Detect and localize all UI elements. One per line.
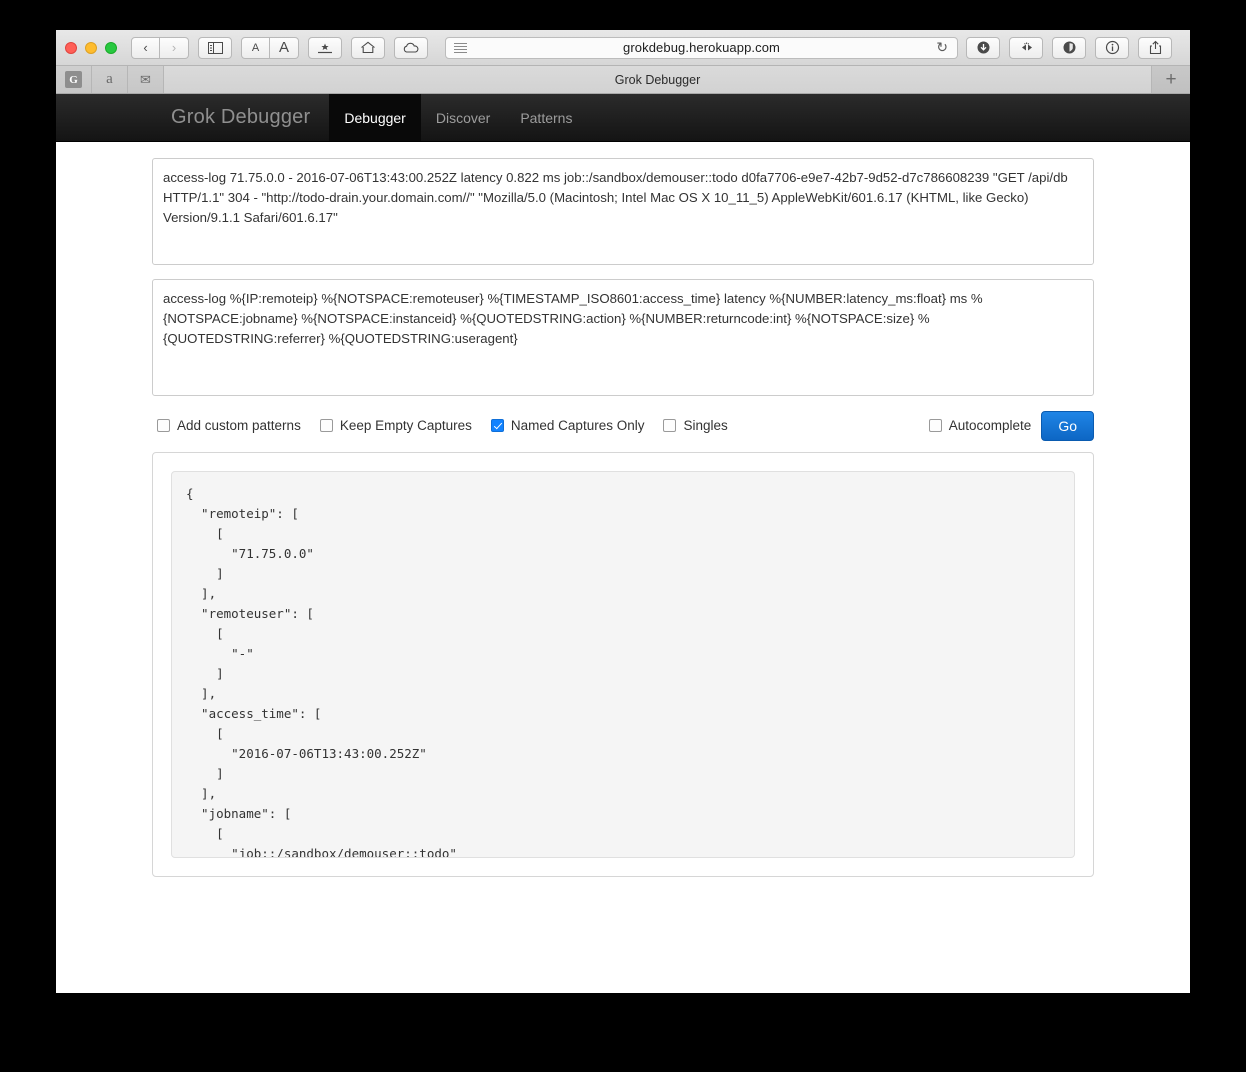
maximize-window-button[interactable] <box>105 41 117 54</box>
option-named-captures-only[interactable]: Named Captures Only <box>490 418 645 433</box>
go-button[interactable]: Go <box>1041 410 1094 441</box>
keep-empty-captures-checkbox[interactable] <box>319 419 333 432</box>
google-favicon-icon: G <box>65 71 82 88</box>
autocomplete-checkbox[interactable] <box>928 419 942 432</box>
increase-text-size-icon[interactable]: A <box>270 36 299 59</box>
result-panel: { "remoteip": [ [ "71.75.0.0" ] ], "remo… <box>152 452 1094 877</box>
add-custom-patterns-label: Add custom patterns <box>177 418 301 433</box>
reader-view-icon[interactable] <box>454 42 467 53</box>
downloads-icon[interactable] <box>966 36 1000 59</box>
download-arrow-glyph <box>977 41 989 54</box>
add-custom-patterns-checkbox[interactable] <box>157 419 170 432</box>
sidebar-icon[interactable] <box>198 36 232 59</box>
nav-item-patterns-label: Patterns <box>520 109 573 126</box>
browser-window: ‹ › A A grokdebug.herokuapp.com ↻ G a ✉ … <box>56 30 1190 993</box>
option-add-custom-patterns[interactable]: Add custom patterns <box>157 418 301 433</box>
icloud-tabs-icon[interactable] <box>394 36 428 59</box>
onepassword-group <box>1009 36 1043 59</box>
amazon-favicon-icon: a <box>106 71 113 87</box>
share-icon[interactable] <box>1138 36 1172 59</box>
downloads-group <box>966 36 1000 59</box>
amazon-pinned-tab[interactable]: a <box>92 66 128 93</box>
house-glyph <box>361 41 375 54</box>
tab-bar: G a ✉ Grok Debugger + <box>56 66 1190 94</box>
nav-item-patterns[interactable]: Patterns <box>505 94 587 141</box>
option-autocomplete[interactable]: Autocomplete <box>928 418 1032 433</box>
grok-pattern-textarea[interactable] <box>152 279 1094 396</box>
nav-item-debugger-label: Debugger <box>344 109 406 126</box>
named-captures-only-checkbox[interactable] <box>490 419 504 432</box>
singles-checkbox[interactable] <box>663 419 677 432</box>
forward-icon[interactable]: › <box>160 36 189 59</box>
share-box-glyph <box>1149 40 1161 55</box>
info-glyph <box>1105 40 1119 55</box>
nav-item-discover[interactable]: Discover <box>421 94 505 141</box>
cloud-glyph <box>403 42 419 53</box>
home-group <box>351 36 385 59</box>
reload-icon[interactable]: ↻ <box>936 39 948 56</box>
active-tab[interactable]: Grok Debugger <box>164 66 1152 93</box>
sparkle-arrows-glyph <box>1021 42 1032 51</box>
back-icon[interactable]: ‹ <box>131 36 160 59</box>
result-json-output: { "remoteip": [ [ "71.75.0.0" ] ], "remo… <box>171 471 1075 858</box>
adblock-group <box>1052 36 1086 59</box>
app-navbar: Grok Debugger Debugger Discover Patterns <box>56 94 1190 142</box>
shield-glyph <box>1063 41 1075 54</box>
minimize-window-button[interactable] <box>85 41 97 54</box>
new-tab-button[interactable]: + <box>1152 66 1190 93</box>
star-in-tray-glyph <box>318 43 332 53</box>
sidebar-glyph <box>207 41 223 54</box>
browser-toolbar: ‹ › A A grokdebug.herokuapp.com ↻ <box>56 30 1190 66</box>
info-circle-icon[interactable] <box>1095 36 1129 59</box>
google-pinned-tab[interactable]: G <box>56 66 92 93</box>
mail-favicon-icon: ✉ <box>140 71 151 87</box>
close-window-button[interactable] <box>65 41 77 54</box>
app-brand[interactable]: Grok Debugger <box>152 94 329 141</box>
onepassword-icon[interactable] <box>1009 36 1043 59</box>
traffic-lights <box>65 41 117 54</box>
option-singles[interactable]: Singles <box>663 418 728 433</box>
singles-label: Singles <box>683 418 728 433</box>
navigation-buttons: ‹ › <box>131 36 189 59</box>
icloud-group <box>394 36 428 59</box>
nav-item-debugger[interactable]: Debugger <box>329 94 421 141</box>
decrease-text-size-icon[interactable]: A <box>241 36 270 59</box>
address-bar[interactable]: grokdebug.herokuapp.com ↻ <box>445 36 958 59</box>
nav-item-discover-label: Discover <box>435 109 491 126</box>
debugger-form: Add custom patterns Keep Empty Captures … <box>56 142 1190 877</box>
option-keep-empty-captures[interactable]: Keep Empty Captures <box>319 418 472 433</box>
page-content: Grok Debugger Debugger Discover Patterns… <box>56 94 1190 993</box>
address-bar-url: grokdebug.herokuapp.com <box>623 40 780 55</box>
bookmarks-star-icon[interactable] <box>308 36 342 59</box>
autocomplete-label: Autocomplete <box>948 418 1032 433</box>
share-group <box>1138 36 1172 59</box>
home-icon[interactable] <box>351 36 385 59</box>
named-captures-only-label: Named Captures Only <box>510 418 645 433</box>
log-input-textarea[interactable] <box>152 158 1094 265</box>
info-group <box>1095 36 1129 59</box>
options-row: Add custom patterns Keep Empty Captures … <box>152 409 1094 442</box>
sidebar-toggle-group <box>198 36 232 59</box>
text-size-group: A A <box>241 36 299 59</box>
keep-empty-captures-label: Keep Empty Captures <box>339 418 472 433</box>
bookmarks-group <box>308 36 342 59</box>
active-tab-title: Grok Debugger <box>614 72 701 87</box>
mail-pinned-tab[interactable]: ✉ <box>128 66 164 93</box>
adblock-shield-icon[interactable] <box>1052 36 1086 59</box>
